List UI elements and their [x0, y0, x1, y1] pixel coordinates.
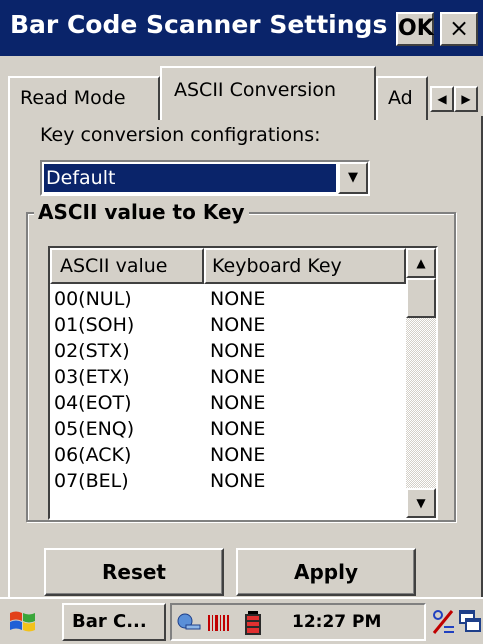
ascii-value-cell: 04(EOT) [54, 392, 132, 414]
ascii-value-cell: 00(NUL) [54, 288, 132, 310]
close-button[interactable]: × [440, 12, 478, 46]
windows-start-icon[interactable] [6, 605, 40, 639]
ascii-key-list[interactable]: ASCII value Keyboard Key 00(NUL) NONE 01(… [48, 246, 438, 520]
ascii-value-cell: 05(ENQ) [54, 418, 135, 440]
tab-strip: Read Mode Ad ASCII Conversion ◀ ▶ [0, 62, 483, 120]
chevron-down-icon: ▼ [348, 170, 358, 185]
table-row[interactable]: 02(STX) NONE [50, 338, 406, 364]
table-row[interactable]: 00(NUL) NONE [50, 286, 406, 312]
tab-advanced[interactable]: Ad [376, 76, 428, 120]
arrow-up-icon: ▲ [416, 256, 426, 270]
table-row[interactable]: 01(SOH) NONE [50, 312, 406, 338]
reset-button[interactable]: Reset [44, 548, 224, 596]
dropdown-button[interactable]: ▼ [338, 162, 368, 194]
apply-button[interactable]: Apply [236, 548, 416, 596]
group-title: ASCII value to Key [34, 200, 249, 224]
arrow-down-icon: ▼ [416, 496, 426, 510]
arrow-left-icon: ◀ [437, 92, 447, 106]
table-row[interactable]: 03(ETX) NONE [50, 364, 406, 390]
tab-scroll-right-button[interactable]: ▶ [454, 86, 478, 112]
conversion-config-label: Key conversion configrations: [40, 124, 321, 146]
list-rows: 00(NUL) NONE 01(SOH) NONE 02(STX) NONE 03(E… [50, 286, 406, 494]
system-tray: 12:27 PM [170, 603, 426, 641]
conversion-config-select[interactable]: Default ▼ [40, 160, 370, 196]
tab-ascii-conversion[interactable]: ASCII Conversion [160, 66, 376, 120]
ascii-value-cell: 01(SOH) [54, 314, 135, 336]
battery-icon[interactable] [240, 609, 266, 637]
desktop-windows-icon[interactable] [458, 605, 482, 639]
barcode-icon[interactable] [206, 609, 232, 637]
scroll-down-button[interactable]: ▼ [406, 488, 436, 518]
taskbar: Bar C... 12:27 PM [0, 597, 483, 644]
ascii-value-cell: 03(ETX) [54, 366, 130, 388]
keyboard-key-cell: NONE [210, 470, 266, 492]
keyboard-key-cell: NONE [210, 288, 266, 310]
keyboard-key-cell: NONE [210, 366, 266, 388]
list-header: ASCII value Keyboard Key [50, 248, 406, 284]
table-row[interactable]: 05(ENQ) NONE [50, 416, 406, 442]
tab-scroll-left-button[interactable]: ◀ [430, 86, 454, 112]
ok-button[interactable]: OK [396, 12, 434, 46]
input-panel-icon[interactable] [430, 605, 458, 639]
conversion-config-value[interactable]: Default [43, 163, 337, 193]
keyboard-key-cell: NONE [210, 340, 266, 362]
keyboard-key-cell: NONE [210, 392, 266, 414]
table-row[interactable]: 06(ACK) NONE [50, 442, 406, 468]
title-bar: Bar Code Scanner Settings OK × [0, 0, 483, 56]
clock[interactable]: 12:27 PM [292, 605, 381, 639]
keyboard-key-cell: NONE [210, 444, 266, 466]
column-header-keyboard-key[interactable]: Keyboard Key [204, 248, 406, 284]
keyboard-key-cell: NONE [210, 418, 266, 440]
column-header-ascii-value[interactable]: ASCII value [50, 248, 204, 284]
ascii-value-cell: 02(STX) [54, 340, 130, 362]
keyboard-key-cell: NONE [210, 314, 266, 336]
ascii-value-cell: 07(BEL) [54, 470, 129, 492]
table-row[interactable]: 04(EOT) NONE [50, 390, 406, 416]
scroll-thumb[interactable] [406, 278, 436, 318]
table-row[interactable]: 07(BEL) NONE [50, 468, 406, 494]
arrow-right-icon: ▶ [461, 92, 471, 106]
vertical-scrollbar[interactable]: ▲ ▼ [406, 248, 436, 518]
connectivity-icon[interactable] [176, 609, 202, 637]
tab-read-mode[interactable]: Read Mode [8, 76, 160, 120]
taskbar-app-button[interactable]: Bar C... [62, 603, 166, 641]
scroll-up-button[interactable]: ▲ [406, 248, 436, 278]
window-title: Bar Code Scanner Settings [10, 10, 388, 39]
ascii-value-cell: 06(ACK) [54, 444, 132, 466]
